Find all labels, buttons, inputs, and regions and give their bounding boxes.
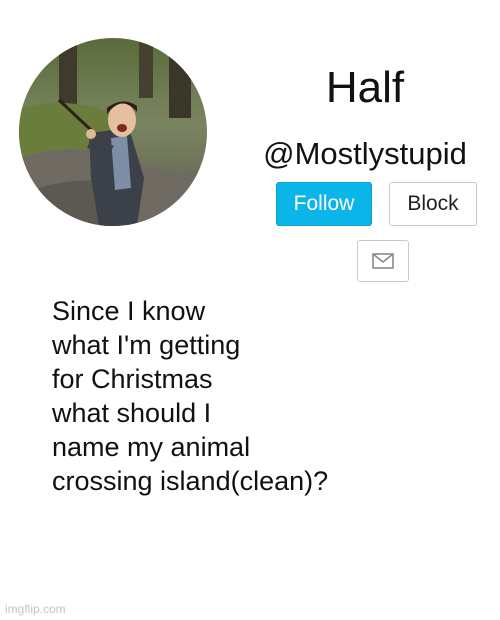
message-button[interactable] — [357, 240, 409, 282]
follow-button[interactable]: Follow — [276, 182, 372, 226]
display-name: Half — [325, 63, 405, 112]
post-text: Since I know what I'm getting for Christ… — [52, 294, 382, 498]
post-line: crossing island(clean)? — [52, 466, 329, 496]
post-line: Since I know — [52, 296, 206, 326]
block-button[interactable]: Block — [389, 182, 477, 226]
post-line: for Christmas — [52, 364, 213, 394]
watermark: imgflip.com — [5, 602, 66, 616]
post-line: name my animal — [52, 432, 251, 462]
profile-photo — [19, 38, 207, 226]
avatar[interactable] — [19, 38, 207, 226]
username-handle[interactable]: @Mostlystupid — [240, 134, 490, 174]
post-line: what I'm getting — [52, 330, 241, 360]
envelope-icon — [372, 253, 394, 269]
post-line: what should I — [52, 398, 212, 428]
